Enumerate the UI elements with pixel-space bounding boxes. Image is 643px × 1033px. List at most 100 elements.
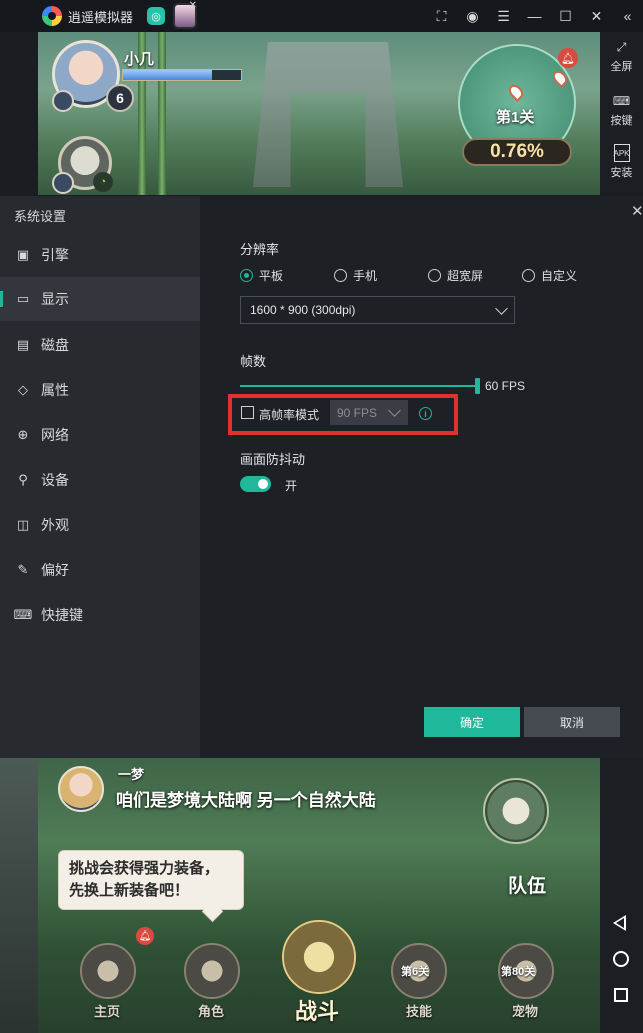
home-icon[interactable] (613, 951, 629, 967)
fps-slider-track[interactable] (240, 385, 478, 387)
dialog-text: 咱们是梦境大陆啊 另一个自然大陆 (116, 791, 376, 810)
gate-decor (253, 42, 403, 187)
right-toolbar: ⤢ 全屏 ⌨ 按键 APK 安装 (600, 32, 643, 195)
radio-label: 平板 (259, 269, 284, 283)
sidebar-item-label: 引擎 (41, 247, 69, 263)
bell-icon[interactable]: 🔔︎ (558, 48, 578, 68)
game-tab[interactable]: ✕ (173, 0, 198, 29)
character-button[interactable] (184, 943, 240, 999)
resolution-value: 1600 * 900 (300dpi) (250, 303, 356, 317)
globe-icon: ⊕ (17, 427, 29, 442)
close-icon[interactable]: ✕ (581, 0, 612, 32)
fullscreen-label: 全屏 (610, 61, 633, 73)
stabilization-state: 开 (285, 479, 298, 493)
apk-icon: APK (613, 144, 630, 162)
keymap-button[interactable]: ⌨ 按键 (600, 92, 643, 128)
progress-pill: 0.76% (462, 138, 572, 166)
close-tab-icon[interactable]: ✕ (189, 0, 197, 11)
resolution-select[interactable]: 1600 * 900 (300dpi) (240, 296, 515, 324)
display-settings-panel: 分辨率 平板 手机 超宽屏 自定义 1600 * 900 (300dpi) 帧数… (200, 196, 643, 758)
sidebar-item-label: 快捷键 (41, 607, 83, 623)
sidebar-item-display[interactable]: ▭ 显示 (0, 277, 200, 321)
desktop-background (0, 758, 38, 1033)
wifi-icon: ◔ (93, 172, 113, 192)
game-view-bottom[interactable]: 一梦 咱们是梦境大陆啊 另一个自然大陆 挑战会获得强力装备，先换上新装备吧！ 队… (38, 758, 600, 1033)
sidebar-item-network[interactable]: ⊕ 网络 (0, 413, 200, 457)
screenshot-icon[interactable]: ⛶ (426, 0, 457, 32)
stage-label: 第1关 (496, 109, 535, 126)
monitor-icon: ▭ (16, 291, 30, 306)
radio-dot (240, 269, 253, 282)
resolution-option-phone[interactable]: 手机 (334, 267, 377, 284)
tag-icon: ◇ (18, 382, 28, 397)
resolution-option-ultrawide[interactable]: 超宽屏 (428, 267, 483, 284)
game-view-top[interactable]: 6 小几 ◔ 🔔︎ 第1关 0.76% (38, 32, 600, 195)
mic-icon: ⚲ (18, 472, 28, 487)
collapse-icon[interactable]: « (612, 0, 643, 32)
wrench-icon: ✎ (17, 562, 29, 577)
account-icon[interactable]: ◉ (457, 0, 488, 32)
radio-dot (428, 269, 441, 282)
player-name: 小几 (124, 51, 155, 68)
maximize-icon[interactable]: ☐ (550, 0, 581, 32)
faction-badge-icon (52, 90, 74, 112)
home-button[interactable] (80, 943, 136, 999)
radio-label: 手机 (353, 269, 378, 283)
player-level: 6 (106, 84, 134, 112)
menu-icon[interactable]: ☰ (488, 0, 519, 32)
minimize-icon[interactable]: — (519, 0, 550, 32)
pet-label: 宠物 (512, 1004, 539, 1019)
cancel-button[interactable]: 取消 (524, 707, 620, 737)
keyboard-icon: ⌨ (13, 607, 33, 622)
sidebar-item-label: 属性 (41, 382, 69, 398)
sidebar-item-engine[interactable]: ▣ 引擎 (0, 233, 200, 277)
tip-bubble: 挑战会获得强力装备，先换上新装备吧！ (58, 850, 244, 910)
chevron-down-icon (495, 302, 508, 315)
skill-lock-label: 第6关 (401, 966, 430, 978)
resolution-option-tablet[interactable]: 平板 (240, 267, 283, 284)
back-icon[interactable] (613, 915, 626, 931)
sidebar-item-disk[interactable]: ▤ 磁盘 (0, 323, 200, 367)
sidebar-item-appearance[interactable]: ◫ 外观 (0, 503, 200, 547)
fullscreen-icon: ⤢ (616, 39, 627, 54)
high-fps-checkbox[interactable] (241, 406, 254, 419)
stabilization-label: 画面防抖动 (240, 452, 306, 467)
app-logo-icon (42, 6, 62, 26)
chip-icon: ▣ (16, 247, 30, 262)
radio-dot (522, 269, 535, 282)
battle-button[interactable] (282, 920, 356, 994)
team-label: 队伍 (508, 876, 547, 897)
window-controls: ⛶ ◉ ☰ — ☐ ✕ « (426, 0, 643, 32)
stabilization-toggle[interactable] (240, 476, 271, 492)
sidebar-item-preferences[interactable]: ✎ 偏好 (0, 548, 200, 592)
sidebar-item-device[interactable]: ⚲ 设备 (0, 458, 200, 502)
battle-label: 战斗 (295, 999, 340, 1024)
sidebar-item-properties[interactable]: ◇ 属性 (0, 368, 200, 412)
home-tab-icon[interactable]: ◎ (147, 7, 166, 25)
exp-bar-fill (123, 70, 212, 80)
high-fps-select[interactable]: 90 FPS (330, 400, 408, 425)
exp-bar (122, 69, 242, 81)
pet-lock-label: 第80关 (501, 966, 536, 978)
speaker-avatar (58, 766, 104, 812)
install-apk-button[interactable]: APK 安装 (600, 144, 643, 180)
speaker-name: 一梦 (118, 767, 145, 782)
fps-slider-handle[interactable] (475, 378, 480, 394)
sidebar-item-label: 偏好 (41, 562, 69, 578)
fullscreen-button[interactable]: ⤢ 全屏 (600, 38, 643, 74)
fps-value: 60 FPS (485, 379, 526, 393)
resolution-option-custom[interactable]: 自定义 (522, 267, 577, 284)
emulator-window: 逍遥模拟器 ◎ ✕ ⛶ ◉ ☰ — ☐ ✕ « 6 小几 ◔ 🔔︎ 第1关 0.… (0, 0, 643, 1033)
bell-icon: 🔔︎ (136, 927, 154, 945)
sidebar-item-shortcuts[interactable]: ⌨ 快捷键 (0, 593, 200, 637)
radio-dot (334, 269, 347, 282)
team-button[interactable] (483, 778, 549, 844)
character-label: 角色 (198, 1004, 225, 1019)
info-icon[interactable]: i (419, 407, 432, 420)
disk-icon: ▤ (16, 337, 30, 352)
title-bar: 逍遥模拟器 ◎ ✕ ⛶ ◉ ☰ — ☐ ✕ « (0, 0, 643, 32)
keyboard-icon: ⌨ (612, 94, 631, 108)
recent-apps-icon[interactable] (614, 988, 628, 1002)
window-icon: ◫ (16, 517, 30, 532)
confirm-button[interactable]: 确定 (424, 707, 520, 737)
